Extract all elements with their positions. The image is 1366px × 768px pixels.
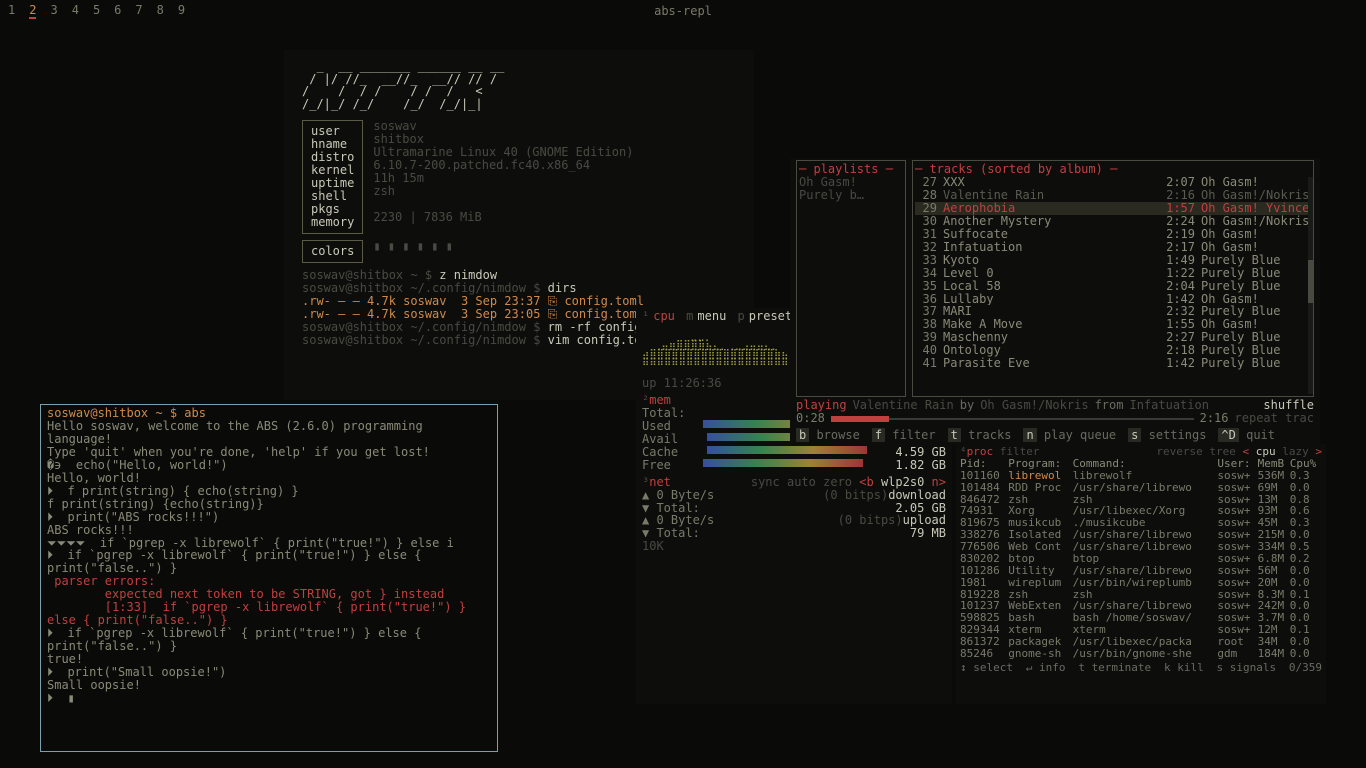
- track-row[interactable]: 39Maschenny2:27Purely Blue: [915, 331, 1311, 344]
- track-row[interactable]: 27XXX2:07Oh Gasm!: [915, 176, 1311, 189]
- music-action-filter[interactable]: f filter: [872, 429, 936, 442]
- sysinfo-labels: userhnamedistrokerneluptimeshellpkgsmemo…: [302, 120, 363, 234]
- track-row[interactable]: 35Local 582:04Purely Blue: [915, 280, 1311, 293]
- track-row[interactable]: 30Another Mystery2:24Oh Gasm!/Nokris: [915, 215, 1311, 228]
- abs-repl-pane[interactable]: soswav@shitbox ~ $ absHello soswav, welc…: [40, 404, 498, 752]
- music-action-settings[interactable]: s settings: [1128, 429, 1206, 442]
- proc-row[interactable]: 819228zshzshsosw+8.3M0.1: [960, 589, 1322, 601]
- workspace-1[interactable]: 1: [8, 3, 15, 19]
- workspace-7[interactable]: 7: [135, 3, 142, 19]
- workspace-5[interactable]: 5: [93, 3, 100, 19]
- proc-row[interactable]: 85246gnome-sh/usr/bin/gnome-shegdm184M0.…: [960, 648, 1322, 660]
- track-row[interactable]: 32Infatuation2:17Oh Gasm!: [915, 241, 1311, 254]
- proc-row[interactable]: 861372packagek/usr/libexec/packaroot34M0…: [960, 636, 1322, 648]
- music-action-tracks[interactable]: t tracks: [948, 429, 1012, 442]
- proc-row[interactable]: 829344xtermxtermsosw+12M0.1: [960, 624, 1322, 636]
- track-row[interactable]: 29Aerophobia1:57Oh Gasm! Yvince: [915, 202, 1311, 215]
- proc-row[interactable]: 1981wireplum/usr/bin/wireplumbsosw+20M0.…: [960, 577, 1322, 589]
- track-row[interactable]: 31Suffocate2:19Oh Gasm!: [915, 228, 1311, 241]
- proc-row[interactable]: 101286Utility/usr/share/librewososw+56M0…: [960, 565, 1322, 577]
- music-player-pane: ─ playlists ─ Oh Gasm! Purely b… ─ track…: [790, 158, 1320, 444]
- color-swatches: ▮ ▮ ▮ ▮ ▮ ▮: [373, 240, 452, 253]
- colors-row: colors ▮ ▮ ▮ ▮ ▮ ▮: [302, 240, 736, 263]
- top-bar: 123456789 abs-repl: [0, 0, 1366, 22]
- proc-row[interactable]: 776506Web Cont/usr/share/librewososw+334…: [960, 541, 1322, 553]
- proc-row[interactable]: 74931Xorg/usr/libexec/Xorgsosw+93M0.6: [960, 505, 1322, 517]
- net-rows: download▲ 0 Byte/s(0 bitps)▼ Total:2.05 …: [642, 489, 946, 554]
- track-row[interactable]: 34Level 01:22Purely Blue: [915, 267, 1311, 280]
- proc-row[interactable]: 819675musikcub./musikcubesosw+45M0.3: [960, 517, 1322, 529]
- playback-progress[interactable]: 0:28 2:16 repeat trac: [796, 412, 1314, 425]
- window-title: abs-repl: [654, 4, 712, 18]
- track-row[interactable]: 38Make A Move1:55Oh Gasm!: [915, 318, 1311, 331]
- proc-row[interactable]: 598825bashbash /home/soswav/sosw+3.7M0.0: [960, 612, 1322, 624]
- track-row[interactable]: 41Parasite Eve1:42Purely Blue: [915, 357, 1311, 370]
- track-row[interactable]: 28Valentine Rain2:16Oh Gasm!/Nokris: [915, 189, 1311, 202]
- proc-row[interactable]: 101160librewollibrewolfsosw+536M0.3: [960, 470, 1322, 482]
- workspace-3[interactable]: 3: [50, 3, 57, 19]
- proc-row[interactable]: 101484RDD Proc/usr/share/librewososw+69M…: [960, 482, 1322, 494]
- track-row[interactable]: 33Kyoto1:49Purely Blue: [915, 254, 1311, 267]
- tracks-column[interactable]: ─ tracks (sorted by album) ─ 27XXX2:07Oh…: [912, 160, 1314, 397]
- track-row[interactable]: 40Ontology2:18Purely Blue: [915, 344, 1311, 357]
- workspace-4[interactable]: 4: [72, 3, 79, 19]
- music-actions: b browse f filter t tracks n play queue s se…: [796, 429, 1314, 442]
- sysinfo-box: userhnamedistrokerneluptimeshellpkgsmemo…: [302, 120, 736, 234]
- proc-row[interactable]: 338276Isolated/usr/share/librewososw+215…: [960, 529, 1322, 541]
- track-row[interactable]: 36Lullaby1:42Oh Gasm!: [915, 293, 1311, 306]
- ascii-logo: _ __ _______ ______ __ __ / |/ //_ __//_…: [302, 60, 736, 110]
- proc-row[interactable]: 101237WebExten/usr/share/librewososw+242…: [960, 600, 1322, 612]
- workspace-list: 123456789: [8, 3, 185, 19]
- proc-row[interactable]: 830202btopbtopsosw+6.8M0.2: [960, 553, 1322, 565]
- colors-label: colors: [311, 245, 354, 258]
- workspace-2[interactable]: 2: [29, 3, 36, 19]
- sysinfo-values: soswavshitboxUltramarine Linux 40 (GNOME…: [373, 120, 633, 234]
- proc-header-row: Pid:Program:Command:User:MemBCpu%: [960, 458, 1322, 470]
- workspace-9[interactable]: 9: [178, 3, 185, 19]
- music-action-browse[interactable]: b browse: [796, 429, 860, 442]
- proc-table[interactable]: Pid:Program:Command:User:MemBCpu% 101160…: [960, 458, 1322, 660]
- workspace-8[interactable]: 8: [157, 3, 164, 19]
- tracks-scrollbar[interactable]: [1308, 177, 1313, 394]
- music-action-play queue[interactable]: n play queue: [1023, 429, 1116, 442]
- music-action-quit[interactable]: ^D quit: [1218, 429, 1275, 442]
- playlist-item[interactable]: Oh Gasm! Purely b…: [799, 176, 903, 202]
- proc-footer: ↕ select ↵ info t terminate k kill s sig…: [960, 662, 1322, 674]
- btop-proc-pane: ⁴proc filter reverse tree < cpu lazy > P…: [956, 444, 1326, 704]
- proc-row[interactable]: 846472zshzshsosw+13M0.8: [960, 494, 1322, 506]
- track-rows: 27XXX2:07Oh Gasm!28Valentine Rain2:16Oh …: [915, 176, 1311, 370]
- btop-net-section: ³net sync auto zero <b wlp2s0 n> downloa…: [642, 476, 946, 554]
- workspace-6[interactable]: 6: [114, 3, 121, 19]
- track-row[interactable]: 37MARI2:32Purely Blue: [915, 305, 1311, 318]
- playlists-column[interactable]: ─ playlists ─ Oh Gasm! Purely b…: [796, 160, 906, 397]
